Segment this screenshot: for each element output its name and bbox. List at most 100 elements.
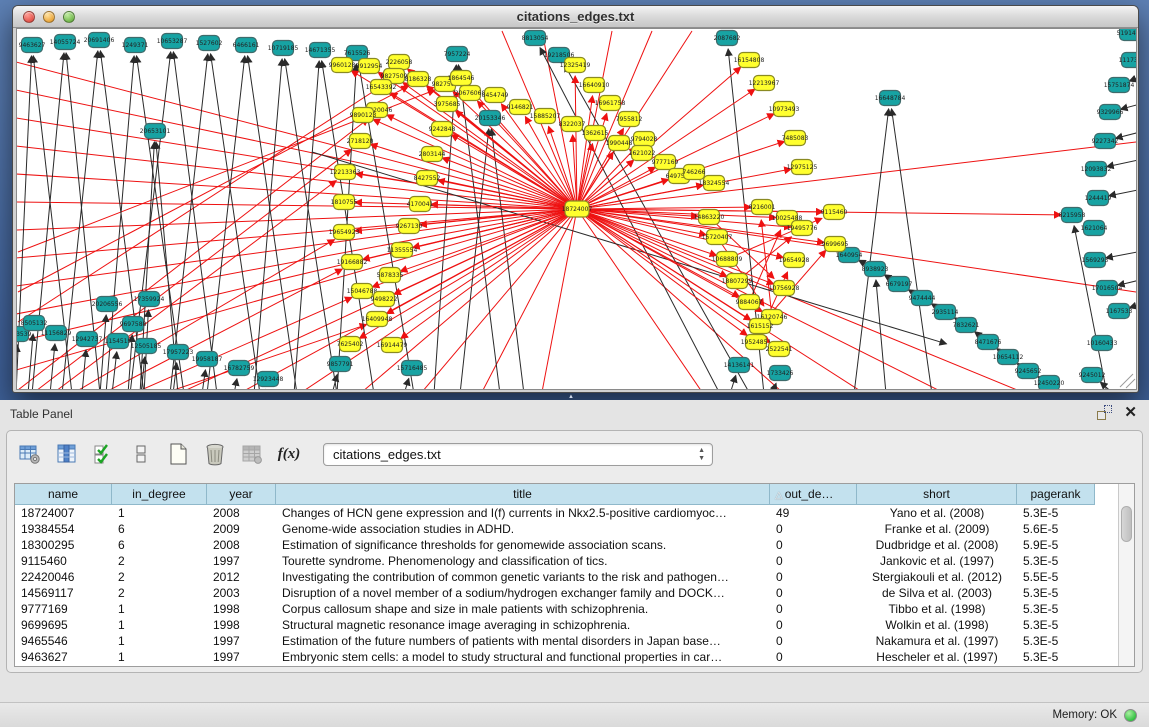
table-cell[interactable]: 9465546 bbox=[15, 633, 112, 649]
table-cell[interactable]: Investigating the contribution of common… bbox=[276, 569, 770, 585]
table-cell[interactable]: Estimation of the future numbers of pati… bbox=[276, 633, 770, 649]
table-cell[interactable]: 5.5E-5 bbox=[1017, 569, 1095, 585]
table-cell[interactable]: 0 bbox=[770, 633, 857, 649]
table-cell[interactable]: Genome-wide association studies in ADHD. bbox=[276, 521, 770, 537]
table-cell[interactable]: Hescheler et al. (1997) bbox=[857, 649, 1017, 665]
table-cell[interactable]: Franke et al. (2009) bbox=[857, 521, 1017, 537]
table-cell[interactable]: 18724007 bbox=[15, 505, 112, 521]
table-cell[interactable]: 1997 bbox=[207, 553, 276, 569]
scrollbar-thumb[interactable] bbox=[1121, 506, 1132, 542]
table-cell[interactable]: 9463627 bbox=[15, 649, 112, 665]
table-cell[interactable]: 6 bbox=[112, 521, 207, 537]
column-header-year[interactable]: year bbox=[207, 484, 276, 505]
table-cell[interactable]: 0 bbox=[770, 521, 857, 537]
table-row[interactable]: 1456911722003Disruption of a novel membe… bbox=[15, 585, 1118, 601]
table-cell[interactable]: 5.3E-5 bbox=[1017, 649, 1095, 665]
table-selector-combobox[interactable]: citations_edges.txt ▲▼ bbox=[323, 443, 713, 466]
table-cell[interactable]: 0 bbox=[770, 537, 857, 553]
column-header-pagerank[interactable]: pagerank bbox=[1017, 484, 1095, 505]
network-canvas[interactable]: 9463627140557242069140612493711065328715… bbox=[16, 28, 1137, 390]
table-cell[interactable]: Dudbridge et al. (2008) bbox=[857, 537, 1017, 553]
table-cell[interactable]: Tibbo et al. (1998) bbox=[857, 601, 1017, 617]
float-panel-icon[interactable] bbox=[1097, 405, 1112, 420]
table-cell[interactable]: 5.3E-5 bbox=[1017, 505, 1095, 521]
table-row[interactable]: 946554611997Estimation of the future num… bbox=[15, 633, 1118, 649]
table-cell[interactable]: 5.6E-5 bbox=[1017, 521, 1095, 537]
table-disabled-icon[interactable] bbox=[239, 441, 265, 467]
table-cell[interactable]: Tourette syndrome. Phenomenology and cla… bbox=[276, 553, 770, 569]
table-cell[interactable]: 0 bbox=[770, 649, 857, 665]
table-cell[interactable]: 9777169 bbox=[15, 601, 112, 617]
table-cell[interactable]: 49 bbox=[770, 505, 857, 521]
table-cell[interactable]: 1997 bbox=[207, 633, 276, 649]
table-cell[interactable]: Estimation of significance thresholds fo… bbox=[276, 537, 770, 553]
table-row[interactable]: 1872400712008Changes of HCN gene express… bbox=[15, 505, 1118, 521]
table-cell[interactable]: 5.9E-5 bbox=[1017, 537, 1095, 553]
table-cell[interactable]: 1997 bbox=[207, 649, 276, 665]
table-cell[interactable]: 0 bbox=[770, 585, 857, 601]
table-cell[interactable]: Changes of HCN gene expression and I(f) … bbox=[276, 505, 770, 521]
table-cell[interactable]: Disruption of a novel member of a sodium… bbox=[276, 585, 770, 601]
table-cell[interactable]: 2 bbox=[112, 585, 207, 601]
table-cell[interactable]: Jankovic et al. (1997) bbox=[857, 553, 1017, 569]
table-cell[interactable]: 1 bbox=[112, 601, 207, 617]
table-cell[interactable]: 2 bbox=[112, 569, 207, 585]
rows-icon[interactable] bbox=[128, 441, 154, 467]
table-settings-icon[interactable] bbox=[17, 441, 43, 467]
table-cell[interactable]: 5.3E-5 bbox=[1017, 585, 1095, 601]
table-cell[interactable]: 2009 bbox=[207, 521, 276, 537]
column-header-out_de[interactable]: △out_de… bbox=[770, 484, 857, 505]
table-row[interactable]: 1938455462009Genome-wide association stu… bbox=[15, 521, 1118, 537]
resize-grip-icon[interactable] bbox=[1120, 374, 1133, 387]
table-cell[interactable]: 14569117 bbox=[15, 585, 112, 601]
column-header-short[interactable]: short bbox=[857, 484, 1017, 505]
table-cell[interactable]: 0 bbox=[770, 617, 857, 633]
table-row[interactable]: 969969511998Structural magnetic resonanc… bbox=[15, 617, 1118, 633]
table-cell[interactable]: 0 bbox=[770, 601, 857, 617]
table-cell[interactable]: 0 bbox=[770, 553, 857, 569]
column-header-name[interactable]: name bbox=[15, 484, 112, 505]
new-document-icon[interactable] bbox=[165, 441, 191, 467]
select-rows-icon[interactable] bbox=[91, 441, 117, 467]
table-cell[interactable]: 6 bbox=[112, 537, 207, 553]
table-cell[interactable]: 1998 bbox=[207, 617, 276, 633]
table-cell[interactable]: 2003 bbox=[207, 585, 276, 601]
table-cell[interactable]: 2008 bbox=[207, 505, 276, 521]
table-cell[interactable]: Embryonic stem cells: a model to study s… bbox=[276, 649, 770, 665]
column-header-title[interactable]: title bbox=[276, 484, 770, 505]
table-cell[interactable]: Structural magnetic resonance image aver… bbox=[276, 617, 770, 633]
table-cell[interactable]: Corpus callosum shape and size in male p… bbox=[276, 601, 770, 617]
table-cell[interactable]: 22420046 bbox=[15, 569, 112, 585]
table-cell[interactable]: 1 bbox=[112, 649, 207, 665]
column-header-in_degree[interactable]: in_degree bbox=[112, 484, 207, 505]
table-cell[interactable]: 0 bbox=[770, 569, 857, 585]
table-cell[interactable]: 5.3E-5 bbox=[1017, 601, 1095, 617]
table-cell[interactable]: Stergiakouli et al. (2012) bbox=[857, 569, 1017, 585]
table-row[interactable]: 1830029562008Estimation of significance … bbox=[15, 537, 1118, 553]
table-cell[interactable]: Nakamura et al. (1997) bbox=[857, 633, 1017, 649]
table-row[interactable]: 2242004622012Investigating the contribut… bbox=[15, 569, 1118, 585]
table-cell[interactable]: de Silva et al. (2003) bbox=[857, 585, 1017, 601]
vertical-scrollbar[interactable] bbox=[1118, 484, 1134, 666]
table-cell[interactable]: 9115460 bbox=[15, 553, 112, 569]
table-cell[interactable]: Yano et al. (2008) bbox=[857, 505, 1017, 521]
table-cell[interactable]: 5.3E-5 bbox=[1017, 633, 1095, 649]
table-cell[interactable]: 1 bbox=[112, 505, 207, 521]
table-row[interactable]: 911546021997Tourette syndrome. Phenomeno… bbox=[15, 553, 1118, 569]
table-cell[interactable]: 2 bbox=[112, 553, 207, 569]
close-panel-icon[interactable]: ✕ bbox=[1124, 405, 1137, 420]
table-cell[interactable]: 19384554 bbox=[15, 521, 112, 537]
table-cell[interactable]: 2008 bbox=[207, 537, 276, 553]
table-row[interactable]: 946362711997Embryonic stem cells: a mode… bbox=[15, 649, 1118, 665]
table-cell[interactable]: 2012 bbox=[207, 569, 276, 585]
function-builder-button[interactable]: f(x) bbox=[276, 441, 302, 467]
table-cell[interactable]: 9699695 bbox=[15, 617, 112, 633]
table-cell[interactable]: Wolkin et al. (1998) bbox=[857, 617, 1017, 633]
table-cell[interactable]: 1 bbox=[112, 617, 207, 633]
table-cell[interactable]: 1 bbox=[112, 633, 207, 649]
table-row[interactable]: 977716911998Corpus callosum shape and si… bbox=[15, 601, 1118, 617]
table-column-icon[interactable] bbox=[54, 441, 80, 467]
table-cell[interactable]: 5.3E-5 bbox=[1017, 617, 1095, 633]
table-cell[interactable]: 1998 bbox=[207, 601, 276, 617]
network-graph[interactable]: 9463627140557242069140612493711065328715… bbox=[17, 29, 1137, 390]
